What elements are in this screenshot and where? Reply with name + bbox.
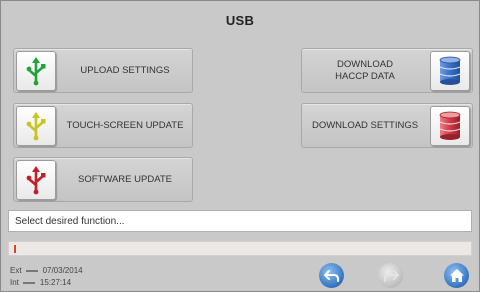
touch-screen-update-button[interactable]: TOUCH-SCREEN UPDATE	[13, 103, 193, 148]
download-haccp-line2: HACCP DATA	[335, 70, 395, 82]
int-indicator	[22, 281, 35, 284]
message-bar: Select desired function...	[8, 210, 472, 232]
forward-arrow-icon	[383, 269, 399, 282]
database-icon	[430, 105, 470, 146]
software-update-button[interactable]: SOFTWARE UPDATE	[13, 157, 193, 202]
forward-button[interactable]	[378, 263, 403, 288]
int-time: 15:27:14	[39, 278, 72, 287]
database-icon	[430, 50, 470, 91]
download-haccp-line1: DOWNLOAD	[337, 58, 393, 70]
download-settings-button[interactable]: DOWNLOAD SETTINGS	[301, 103, 473, 148]
usb-icon	[16, 105, 56, 146]
usb-screen: USB UPLOAD SETTINGS TOUCH-SCREEN UPDATE …	[0, 0, 480, 292]
back-button[interactable]	[319, 263, 344, 288]
home-button[interactable]	[444, 263, 469, 288]
ext-label: Ext	[10, 266, 22, 275]
progress-bar	[8, 241, 472, 256]
ext-date: 07/03/2014	[42, 266, 83, 275]
download-haccp-data-button[interactable]: DOWNLOAD HACCP DATA	[301, 48, 473, 93]
external-status: Ext 07/03/2014	[10, 266, 83, 275]
internal-status: Int 15:27:14	[10, 278, 71, 287]
download-settings-label: DOWNLOAD SETTINGS	[311, 119, 419, 131]
usb-icon	[16, 50, 56, 91]
home-icon	[449, 269, 464, 282]
progress-fill	[14, 245, 16, 253]
page-title: USB	[225, 12, 255, 28]
software-update-label: SOFTWARE UPDATE	[78, 173, 172, 185]
int-label: Int	[10, 278, 19, 287]
usb-icon	[16, 159, 56, 200]
download-haccp-data-label: DOWNLOAD HACCP DATA	[302, 59, 428, 83]
upload-settings-label: UPLOAD SETTINGS	[80, 64, 170, 76]
touch-screen-update-label: TOUCH-SCREEN UPDATE	[66, 119, 184, 131]
back-arrow-icon	[323, 269, 339, 282]
upload-settings-button[interactable]: UPLOAD SETTINGS	[13, 48, 193, 93]
message-text: Select desired function...	[15, 215, 125, 227]
ext-indicator	[25, 269, 38, 272]
